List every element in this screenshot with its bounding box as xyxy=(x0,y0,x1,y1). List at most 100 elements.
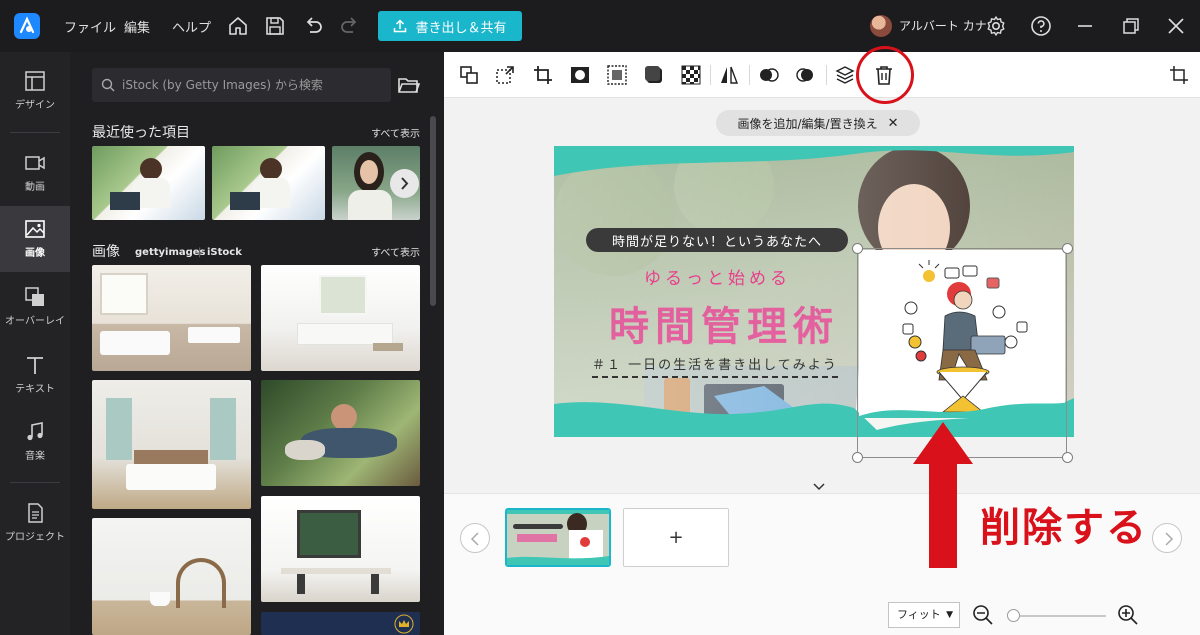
recent-image-1[interactable] xyxy=(92,146,205,220)
menu-help[interactable]: ヘルプ xyxy=(172,17,211,36)
image-action-chip[interactable]: 画像を追加/編集/置き換え ✕ xyxy=(716,110,920,136)
banner-title: 時間管理術 xyxy=(609,304,839,350)
toolbar-divider xyxy=(826,65,827,85)
recent-image-2[interactable] xyxy=(212,146,325,220)
rail-item-music[interactable]: 音楽 xyxy=(0,409,70,475)
minimize-icon[interactable] xyxy=(1073,14,1097,38)
transparency-icon[interactable] xyxy=(680,64,702,86)
slide-thumbnail-1[interactable] xyxy=(505,508,611,567)
rail-item-text[interactable]: テキスト xyxy=(0,342,70,408)
rail-item-image[interactable]: 画像 xyxy=(0,206,70,272)
timeline-next-button[interactable] xyxy=(1152,523,1182,553)
export-share-label: 書き出し＆共有 xyxy=(415,20,507,36)
rail-label: デザイン xyxy=(15,100,55,111)
zoom-in-icon[interactable] xyxy=(1117,604,1139,626)
image-living-room[interactable] xyxy=(261,265,420,371)
image-couple-hammock[interactable] xyxy=(261,380,420,486)
add-slide-button[interactable]: + xyxy=(623,508,729,567)
music-icon xyxy=(27,422,43,441)
panel-scrollbar[interactable] xyxy=(430,116,436,306)
crown-icon xyxy=(394,614,414,634)
brand-istock: iStock xyxy=(207,247,242,258)
brand-gettyimages: gettyimages xyxy=(135,247,206,258)
flip-icon[interactable] xyxy=(718,64,740,86)
rail-item-video[interactable]: 動画 xyxy=(0,140,70,206)
home-icon[interactable] xyxy=(226,14,250,38)
recent-next-button[interactable] xyxy=(390,169,419,198)
edit-toolbar xyxy=(444,52,1200,98)
close-icon[interactable] xyxy=(1164,14,1188,38)
annotation-delete-text: 削除する xyxy=(980,505,1148,551)
banner-tagline: ゆるっと始める xyxy=(644,269,791,289)
left-nav-rail: デザイン 動画 画像 オーバーレイ テキスト 音楽 プロジェクト xyxy=(0,52,70,635)
app-window: ファイル 編集 ヘルプ 書き出し＆共有 アルバート カナ デザイン 動画 画像 … xyxy=(0,0,1200,635)
image-chair-cup[interactable] xyxy=(92,518,251,635)
rail-label: 音楽 xyxy=(25,451,45,462)
search-box xyxy=(92,68,391,102)
see-all-recent-link[interactable]: すべて表示 xyxy=(371,125,420,140)
crop-icon[interactable] xyxy=(532,64,554,86)
avatar[interactable] xyxy=(870,15,892,37)
help-icon[interactable] xyxy=(1029,14,1053,38)
chevron-down-icon[interactable] xyxy=(810,480,828,492)
slide-preview xyxy=(507,510,609,565)
rail-item-overlay[interactable]: オーバーレイ xyxy=(0,274,70,340)
menu-file[interactable]: ファイル xyxy=(64,17,116,36)
brand-separator: | xyxy=(198,247,202,258)
timeline-prev-button[interactable] xyxy=(460,523,490,553)
resize-handle-top-left[interactable] xyxy=(852,243,863,254)
zoom-out-icon[interactable] xyxy=(972,604,994,626)
upload-icon xyxy=(394,19,407,33)
color-adjust-icon[interactable] xyxy=(794,64,816,86)
undo-icon[interactable] xyxy=(301,14,325,38)
text-icon xyxy=(27,357,43,374)
image-icon xyxy=(25,220,45,238)
transform-icon[interactable] xyxy=(494,64,516,86)
layers-icon[interactable] xyxy=(834,64,856,86)
image-bedroom[interactable] xyxy=(92,380,251,509)
top-bar: ファイル 編集 ヘルプ 書き出し＆共有 アルバート カナ xyxy=(0,0,1200,52)
overlay-icon xyxy=(25,287,44,306)
zoom-slider[interactable] xyxy=(1012,615,1106,617)
close-icon[interactable]: ✕ xyxy=(888,116,899,131)
user-name[interactable]: アルバート カナ xyxy=(899,17,987,34)
rail-item-project[interactable]: プロジェクト xyxy=(0,490,70,556)
border-icon[interactable] xyxy=(606,64,628,86)
resize-handle-top-right[interactable] xyxy=(1062,243,1073,254)
image-premium[interactable] xyxy=(261,612,420,635)
image-action-label: 画像を追加/編集/置き換え xyxy=(737,116,878,131)
divider xyxy=(10,132,60,133)
mask-icon[interactable] xyxy=(569,64,591,86)
gear-icon[interactable] xyxy=(984,14,1008,38)
export-share-button[interactable]: 書き出し＆共有 xyxy=(378,11,522,41)
rail-label: プロジェクト xyxy=(5,532,65,543)
image-dining-room[interactable] xyxy=(261,496,420,602)
blend-icon[interactable] xyxy=(758,64,780,86)
menu-edit[interactable]: 編集 xyxy=(124,17,150,36)
restore-icon[interactable] xyxy=(1119,14,1143,38)
zoom-fit-select[interactable]: フィット ▼ xyxy=(888,602,960,628)
project-icon xyxy=(28,503,43,523)
folder-icon[interactable] xyxy=(398,75,420,95)
chevron-right-icon xyxy=(401,177,409,190)
resize-handle-bottom-left[interactable] xyxy=(852,452,863,463)
zoom-fit-label: フィット xyxy=(897,608,941,621)
recent-title: 最近使った項目 xyxy=(92,125,190,141)
see-all-images-link[interactable]: すべて表示 xyxy=(371,244,420,259)
resize-handle-bottom-right[interactable] xyxy=(1062,452,1073,463)
rail-label: 画像 xyxy=(25,248,45,259)
design-icon xyxy=(25,71,45,91)
save-icon[interactable] xyxy=(263,14,287,38)
zoom-slider-knob[interactable] xyxy=(1007,609,1020,622)
toolbar-divider xyxy=(710,65,711,85)
annotation-arrow xyxy=(913,422,973,568)
shadow-icon[interactable] xyxy=(643,64,665,86)
search-icon xyxy=(101,78,115,92)
replace-icon[interactable] xyxy=(458,64,480,86)
fit-frame-icon[interactable] xyxy=(1168,64,1190,86)
rail-item-design[interactable]: デザイン xyxy=(0,58,70,124)
redo-icon[interactable] xyxy=(338,14,362,38)
dropdown-arrow-icon: ▼ xyxy=(946,610,953,620)
search-input[interactable] xyxy=(122,68,382,102)
image-bathroom[interactable] xyxy=(92,265,251,371)
